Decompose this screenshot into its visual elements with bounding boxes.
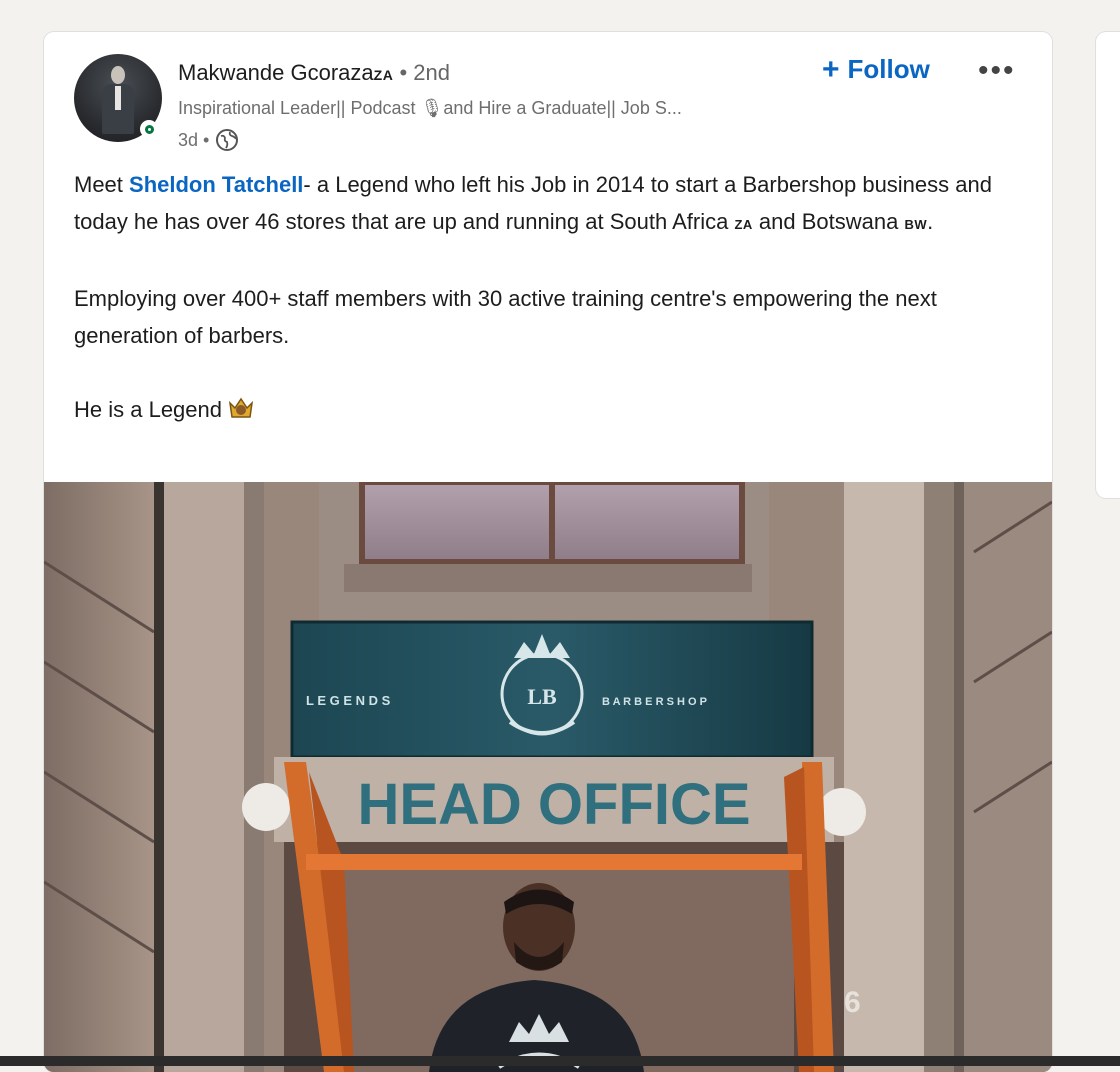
sign-legends-text: L E G E N D S <box>306 693 391 708</box>
globe-icon <box>216 129 239 151</box>
text-fragment: and Botswana <box>752 209 905 234</box>
avatar-head <box>111 66 125 84</box>
post-paragraph-3: He is a Legend <box>74 391 1024 428</box>
crown-emoji-icon <box>229 397 254 418</box>
taskbar-strip <box>0 1056 1120 1066</box>
more-options-icon[interactable]: ••• <box>978 54 1016 88</box>
online-status-icon <box>140 120 158 138</box>
follow-label: Follow <box>847 54 930 84</box>
follow-button[interactable]: + Follow <box>822 54 930 85</box>
post-image[interactable]: L E G E N D S B A R B E R S H O P LB HEA… <box>44 482 1052 1072</box>
flag-bw: BW <box>904 217 928 232</box>
mention-link[interactable]: Sheldon Tatchell <box>129 172 303 197</box>
plus-icon: + <box>822 52 840 86</box>
text-fragment: He is a Legend <box>74 397 222 422</box>
author-name[interactable]: Makwande Gcoraza <box>178 60 374 85</box>
flag-za: ZA <box>734 217 753 232</box>
author-headline: Inspirational Leader|| Podcast 🎙and Hire… <box>178 98 682 118</box>
sign-barbershop-text: B A R B E R S H O P <box>602 696 707 708</box>
right-sidebar-card <box>1096 32 1120 498</box>
text-fragment: . <box>927 209 934 234</box>
post-meta: 3d • <box>178 128 239 152</box>
avatar-shirt <box>115 86 121 110</box>
post-time: 3d • <box>178 129 210 150</box>
post-paragraph-2: Employing over 400+ staff members with 3… <box>74 286 937 348</box>
text-fragment: Meet <box>74 172 130 197</box>
post-text: Meet Sheldon Tatchell- a Legend who left… <box>74 166 1024 428</box>
head-office-text: HEAD OFFICE <box>357 772 750 837</box>
door-number: 6 <box>844 986 861 1019</box>
author-line: Makwande GcorazaZA • 2nd <box>178 60 450 86</box>
author-separator: • <box>399 60 408 85</box>
sign-logo-text: LB <box>527 684 557 709</box>
feed-post: Makwande GcorazaZA • 2nd Inspirational L… <box>44 32 1052 1072</box>
connection-degree: 2nd <box>413 60 450 85</box>
post-paragraph-1: Meet Sheldon Tatchell- a Legend who left… <box>74 166 1024 243</box>
storefront-photo: L E G E N D S B A R B E R S H O P LB HEA… <box>44 482 1052 1072</box>
author-name-flag: ZA <box>373 67 394 83</box>
